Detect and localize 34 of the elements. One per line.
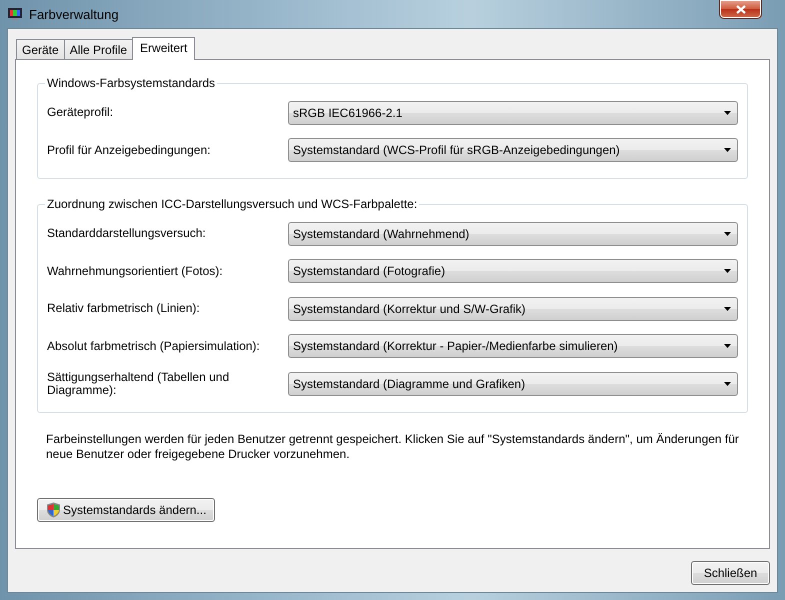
tab[interactable]: Alle Profile <box>64 39 134 59</box>
dropdown[interactable]: Systemstandard (Fotografie) <box>288 259 738 284</box>
field-label: Sättigungserhaltend (Tabellen und Diagramme): <box>47 370 230 397</box>
close-button[interactable] <box>719 0 762 19</box>
dropdown[interactable]: Systemstandard (Wahrnehmend) <box>288 222 738 246</box>
dropdown[interactable]: Systemstandard (WCS-Profil für sRGB-Anzeigebedingungen) <box>288 138 738 162</box>
dropdown[interactable]: Systemstandard (Diagramme und Grafiken) <box>288 372 738 396</box>
tab[interactable]: Erweitert <box>132 37 196 60</box>
caret-icon <box>724 344 731 348</box>
group-title: Windows-Farbsystemstandards <box>46 76 216 90</box>
dropdown[interactable]: Systemstandard (Korrektur und S/W-Grafik) <box>288 296 738 321</box>
caret-icon <box>724 269 731 274</box>
close-dialog-button[interactable]: Schließen <box>691 561 770 585</box>
close-icon <box>736 4 746 14</box>
dropdown[interactable]: Systemstandard (Korrektur - Papier-/Medienfarbe simulieren) <box>288 334 738 358</box>
change-defaults-button[interactable]: Systemstandards ändern... <box>37 498 216 522</box>
field-label: Relativ farbmetrisch (Linien): <box>47 302 201 316</box>
tab[interactable]: Geräte <box>16 39 65 59</box>
caret-icon <box>724 382 731 386</box>
field-label: Wahrnehmungsorientiert (Fotos): <box>47 264 224 278</box>
caret-icon <box>724 110 731 115</box>
window-title: Farbverwaltung <box>29 6 119 22</box>
field-label: Absolut farbmetrisch (Papiersimulation): <box>47 340 261 353</box>
caret-icon <box>724 232 731 236</box>
dropdown[interactable]: sRGB IEC61966-2.1 <box>288 100 738 125</box>
shield-icon <box>46 502 61 518</box>
monitor-icon <box>7 7 23 21</box>
caret-icon <box>724 306 731 311</box>
field-label: Standarddarstellungsversuch: <box>47 227 207 240</box>
group-title: Zuordnung zwischen ICC-Darstellungsversuch und WCS-Farbpalette: <box>46 197 418 211</box>
info-text: Farbeinstellungen werden für jeden Benutzer getrennt gespeichert. Klicken Sie auf "Systemstandards ändern", um Änderungen für neue Benutzer oder freigegebene Drucker vorzunehmen. <box>46 432 740 462</box>
caret-icon <box>724 148 731 152</box>
field-label: Profil für Anzeigebedingungen: <box>47 144 212 157</box>
field-label: Geräteprofil: <box>47 106 114 120</box>
